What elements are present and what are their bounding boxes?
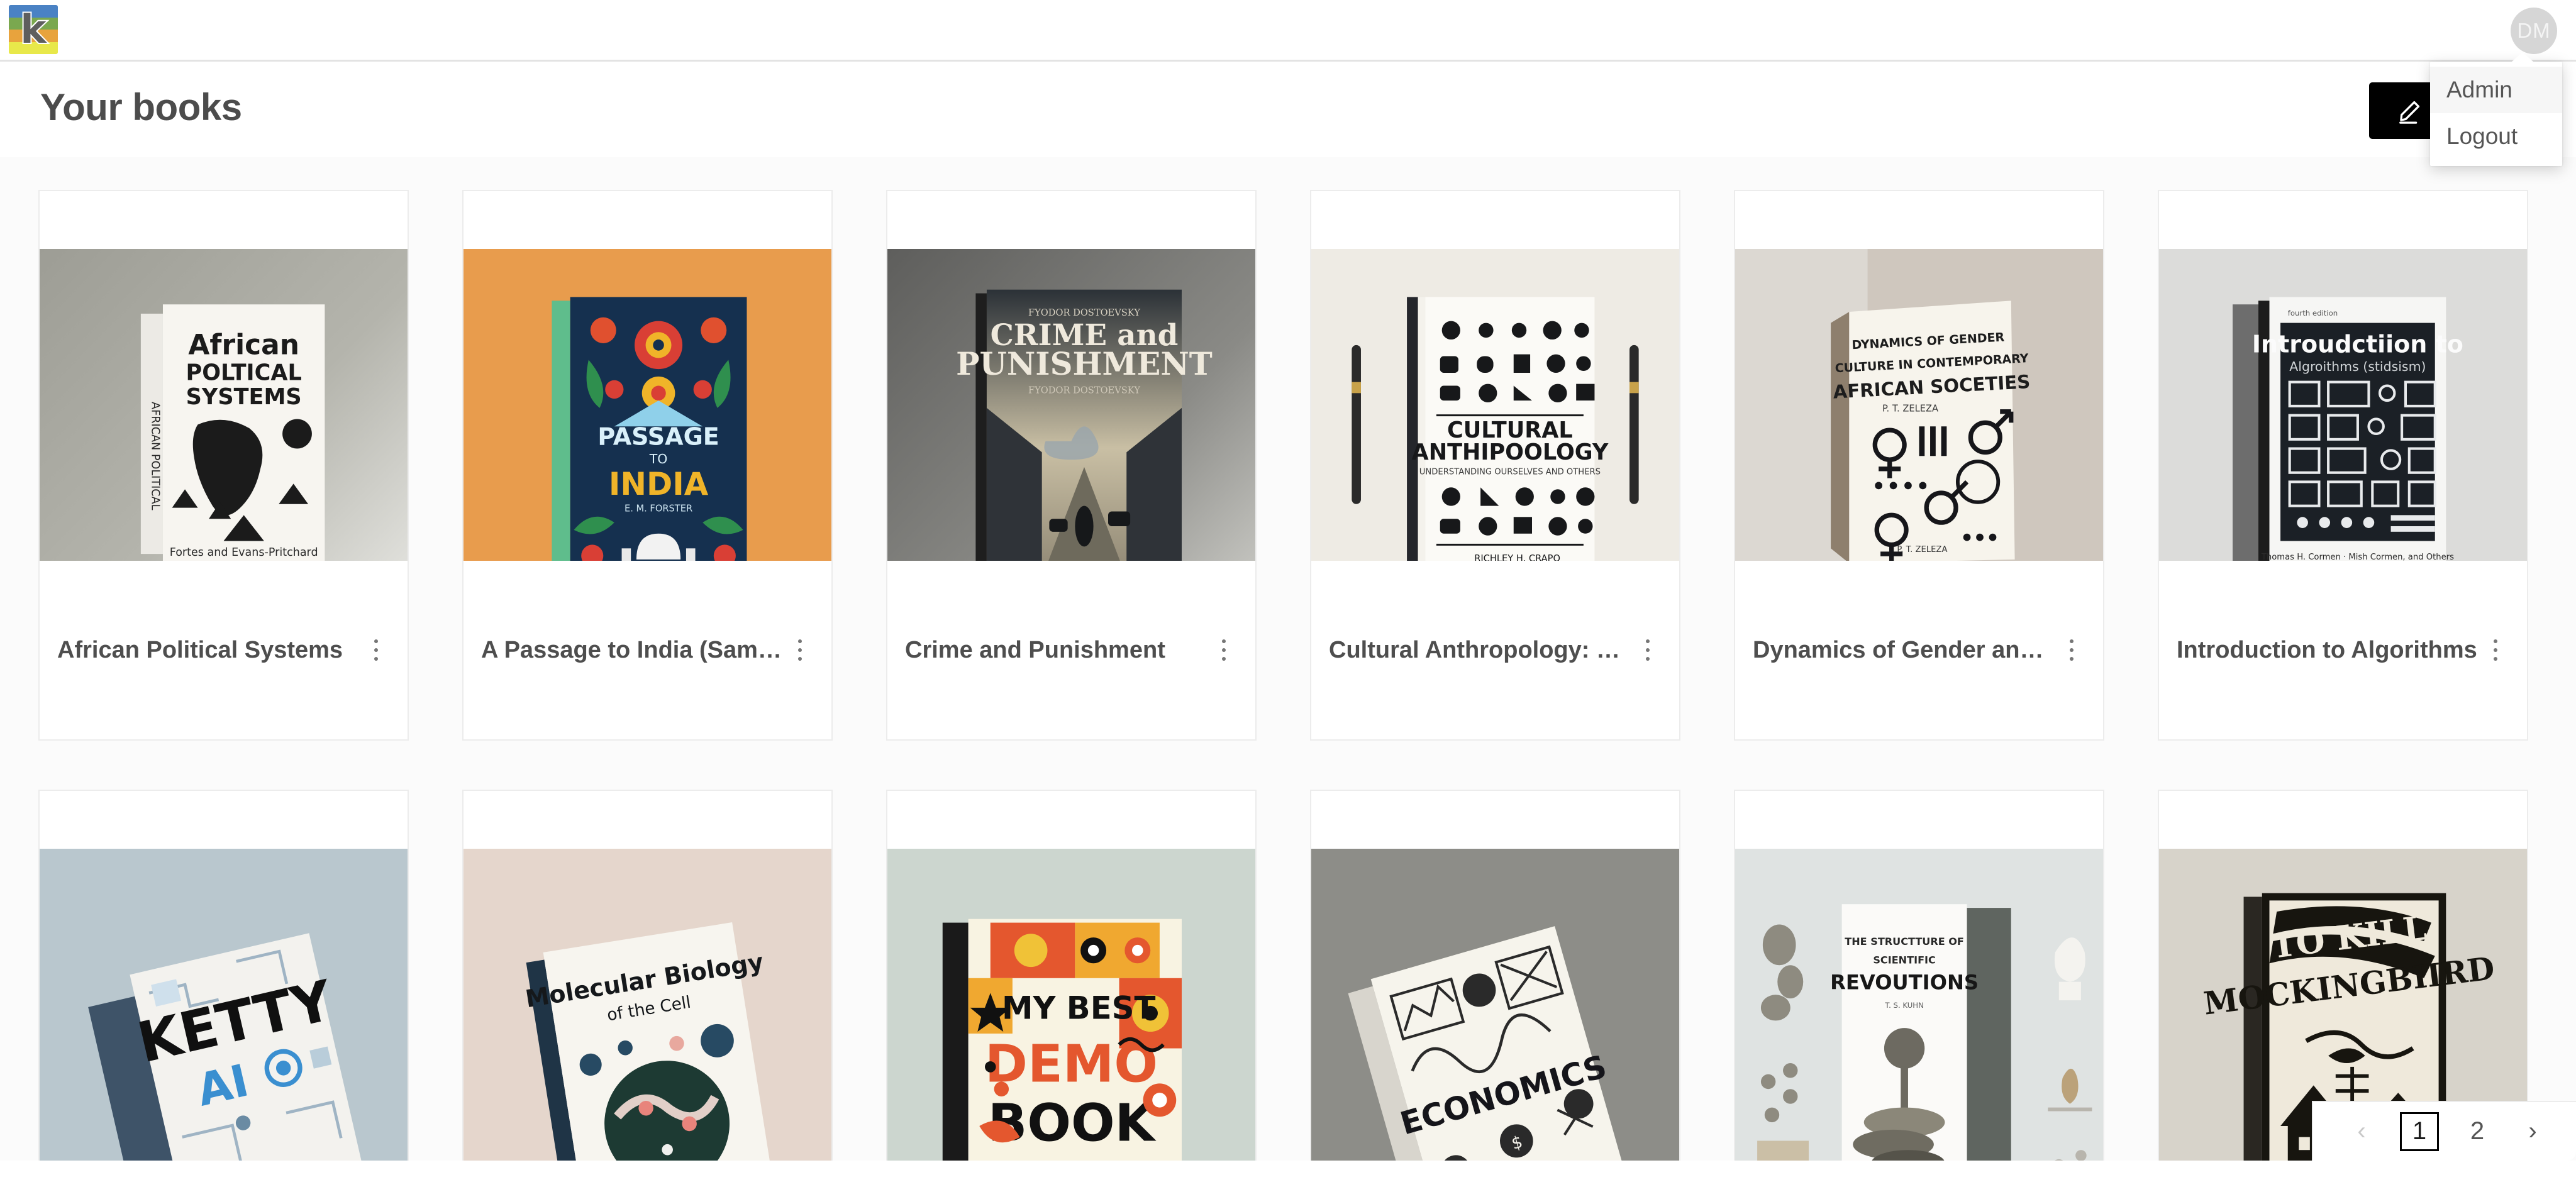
cover-art-cultural-anthropology: CULTURAL ANTHIPOOLOGY UNDERSTANDING OURS… xyxy=(1311,249,1679,561)
pagination: ‹ 1 2 › xyxy=(2312,1101,2576,1161)
app-logo[interactable]: k xyxy=(9,5,58,54)
user-menu: Admin Logout xyxy=(2430,52,2562,166)
book-title: Cultural Anthropology: Under... xyxy=(1329,636,1634,663)
book-card[interactable]: DYNAMICS OF GENDER CULTURE IN CONTEMPORA… xyxy=(1734,190,2104,741)
svg-text:SCIENTIFIC: SCIENTIFIC xyxy=(1873,954,1935,966)
book-menu-button[interactable] xyxy=(2058,628,2085,672)
book-card[interactable]: PASSAGE TO INDIA E. M. FORSTER A Passage… xyxy=(462,190,833,741)
svg-text:RICHLEY H. CRAPO: RICHLEY H. CRAPO xyxy=(1474,553,1560,561)
svg-text:Thomas H. Cormen · Mish Corm: Thomas H. Cormen · Mish Cormen, and Othe… xyxy=(2261,553,2454,561)
book-card[interactable]: FYODOR DOSTOEVSKY CRIME and PUNISHMENT F… xyxy=(886,190,1257,741)
cover-art-african-political-systems: African POLTICAL SYSTEMS Fortes and Evan… xyxy=(40,249,408,561)
avatar-initials: DM xyxy=(2517,19,2551,42)
svg-text:T. S. KUHN: T. S. KUHN xyxy=(1884,1001,1923,1010)
svg-text:E. M. FORSTER: E. M. FORSTER xyxy=(625,503,692,514)
svg-text:REVOUTIONS: REVOUTIONS xyxy=(1830,970,1979,994)
svg-text:P. T. ZELEZA: P. T. ZELEZA xyxy=(1882,404,1938,414)
book-card[interactable]: THE STRUCTTURE OF SCIENTIFIC REVOUTIONS … xyxy=(1734,790,2104,1161)
svg-text:P. T. ZELEZA: P. T. ZELEZA xyxy=(1897,545,1947,555)
top-bar: k DM xyxy=(0,0,2576,62)
book-meta: Introduction to Algorithms xyxy=(2159,561,2527,739)
svg-text:ANTHIPOOLOGY: ANTHIPOOLOGY xyxy=(1412,439,1609,465)
books-content: African POLTICAL SYSTEMS Fortes and Evan… xyxy=(0,157,2576,1161)
book-cover: THE STRUCTTURE OF SCIENTIFIC REVOUTIONS … xyxy=(1735,791,2103,1161)
book-card[interactable]: Molecular Biology of the Cell Molecular … xyxy=(462,790,833,1161)
cover-art-ketty-ai: KETTY AI xyxy=(40,849,408,1161)
book-cover: FYODOR DOSTOEVSKY CRIME and PUNISHMENT F… xyxy=(887,191,1255,561)
svg-text:INDIA: INDIA xyxy=(609,466,709,502)
book-menu-button[interactable] xyxy=(2482,628,2509,672)
book-title: Introduction to Algorithms xyxy=(2177,636,2477,663)
book-menu-button[interactable] xyxy=(362,628,390,672)
book-meta: Crime and Punishment xyxy=(887,561,1255,739)
book-card[interactable]: CULTURAL ANTHIPOOLOGY UNDERSTANDING OURS… xyxy=(1310,190,1680,741)
cover-art-dynamics-of-gender: DYNAMICS OF GENDER CULTURE IN CONTEMPORA… xyxy=(1735,249,2103,561)
cover-art-molecular-biology: Molecular Biology of the Cell xyxy=(464,849,831,1161)
svg-text:PASSAGE: PASSAGE xyxy=(597,423,719,451)
book-grid: African POLTICAL SYSTEMS Fortes and Evan… xyxy=(38,190,2528,1161)
pagination-next[interactable]: › xyxy=(2516,1113,2550,1151)
svg-text:FYODOR DOSTOEVSKY: FYODOR DOSTOEVSKY xyxy=(1028,307,1140,318)
cover-art-scientific-revolutions: THE STRUCTTURE OF SCIENTIFIC REVOUTIONS … xyxy=(1735,849,2103,1161)
book-menu-button[interactable] xyxy=(786,628,814,672)
svg-text:AFRICAN POLITICAL: AFRICAN POLITICAL xyxy=(148,402,161,510)
cover-art-my-best-demo-book: MY BEST DEMO BOOK xyxy=(887,849,1255,1161)
pagination-prev[interactable]: ‹ xyxy=(2345,1113,2379,1151)
pagination-page-1[interactable]: 1 xyxy=(2400,1112,2439,1151)
avatar[interactable]: DM xyxy=(2511,8,2557,54)
book-title: African Political Systems xyxy=(57,636,343,663)
book-meta: Dynamics of Gender and Cultu... xyxy=(1735,561,2103,739)
book-title: Dynamics of Gender and Cultu... xyxy=(1753,636,2058,663)
cover-art-introduction-to-algorithms: fourth edition Introudctiion to Algroith… xyxy=(2159,249,2527,561)
svg-text:TO: TO xyxy=(649,451,668,466)
book-title: A Passage to India (Sample Ch... xyxy=(481,636,786,663)
svg-text:POLTICAL: POLTICAL xyxy=(186,360,301,386)
svg-text:Introudctiion to: Introudctiion to xyxy=(2252,331,2463,358)
pencil-icon xyxy=(2399,101,2420,124)
menu-item-logout[interactable]: Logout xyxy=(2430,113,2562,160)
page-header: Your books New xyxy=(0,62,2576,157)
svg-text:African: African xyxy=(188,329,299,361)
book-meta: Cultural Anthropology: Under... xyxy=(1311,561,1679,739)
svg-text:UNDERSTANDING OURSELVES AND OT: UNDERSTANDING OURSELVES AND OTHERS xyxy=(1419,468,1601,477)
svg-text:SYSTEMS: SYSTEMS xyxy=(186,384,302,410)
cover-art-a-passage-to-india: PASSAGE TO INDIA E. M. FORSTER xyxy=(464,249,831,561)
svg-text:fourth edition: fourth edition xyxy=(2288,309,2338,317)
book-cover: CULTURAL ANTHIPOOLOGY UNDERSTANDING OURS… xyxy=(1311,191,1679,561)
svg-text:Algroithms (stidsism): Algroithms (stidsism) xyxy=(2289,359,2426,374)
book-card[interactable]: KETTY AI xyxy=(38,790,409,1161)
book-card[interactable]: African POLTICAL SYSTEMS Fortes and Evan… xyxy=(38,190,409,741)
book-cover: KETTY AI xyxy=(40,791,408,1161)
book-card[interactable]: fourth edition Introudctiion to Algroith… xyxy=(2158,190,2528,741)
pagination-page-2[interactable]: 2 xyxy=(2460,1113,2494,1151)
book-card[interactable]: MY BEST DEMO BOOK My Best Demo Book xyxy=(886,790,1257,1161)
svg-text:THE STRUCTTURE OF: THE STRUCTTURE OF xyxy=(1845,935,1964,947)
svg-text:DEMO: DEMO xyxy=(985,1034,1158,1094)
book-menu-button[interactable] xyxy=(1210,628,1238,672)
book-cover: fourth edition Introudctiion to Algroith… xyxy=(2159,191,2527,561)
cover-art-economics: ECONOMICS $ xyxy=(1311,849,1679,1161)
book-menu-button[interactable] xyxy=(1634,628,1662,672)
cover-art-crime-and-punishment: FYODOR DOSTOEVSKY CRIME and PUNISHMENT F… xyxy=(887,249,1255,561)
book-cover: MY BEST DEMO BOOK xyxy=(887,791,1255,1161)
book-card[interactable]: ECONOMICS $ xyxy=(1310,790,1680,1161)
book-cover: Molecular Biology of the Cell xyxy=(464,791,831,1161)
book-meta: African Political Systems xyxy=(40,561,408,739)
svg-text:MY BEST: MY BEST xyxy=(1002,990,1155,1026)
book-meta: A Passage to India (Sample Ch... xyxy=(464,561,831,739)
book-cover: ECONOMICS $ xyxy=(1311,791,1679,1161)
book-cover: DYNAMICS OF GENDER CULTURE IN CONTEMPORA… xyxy=(1735,191,2103,561)
book-title: Crime and Punishment xyxy=(905,636,1165,663)
svg-text:BOOK: BOOK xyxy=(988,1093,1157,1153)
logo-letter: k xyxy=(19,6,47,52)
page-title: Your books xyxy=(40,86,242,128)
svg-text:FYODOR DOSTOEVSKY: FYODOR DOSTOEVSKY xyxy=(1028,385,1140,395)
menu-item-admin[interactable]: Admin xyxy=(2430,67,2562,113)
svg-text:Fortes and Evans-Pritchard: Fortes and Evans-Pritchard xyxy=(170,546,318,559)
book-cover: PASSAGE TO INDIA E. M. FORSTER xyxy=(464,191,831,561)
svg-text:PUNISHMENT: PUNISHMENT xyxy=(956,345,1213,382)
book-cover: African POLTICAL SYSTEMS Fortes and Evan… xyxy=(40,191,408,561)
